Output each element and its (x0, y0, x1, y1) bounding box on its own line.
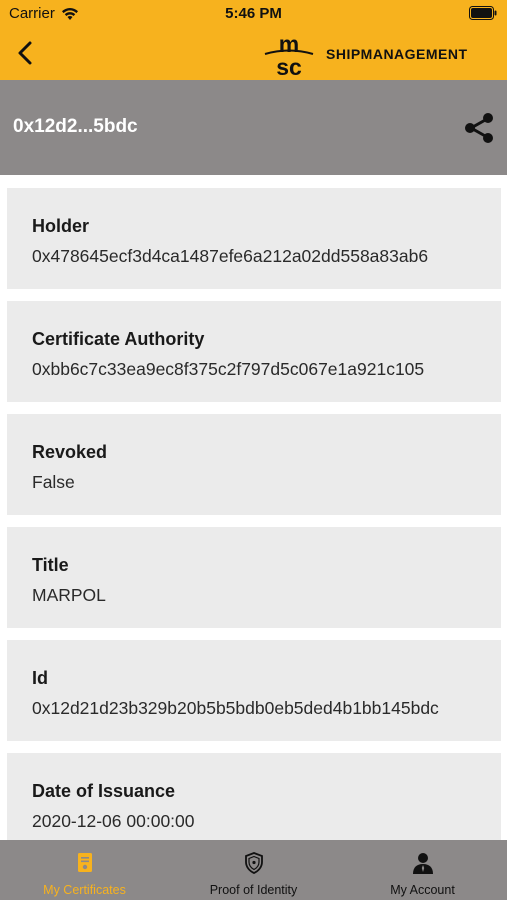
field-label: Title (32, 555, 69, 575)
field-card-id: Id 0x12d21d23b329b20b5b5bdb0eb5ded4b1bb1… (7, 640, 501, 741)
share-button[interactable] (461, 110, 497, 146)
certificate-icon (77, 853, 92, 872)
status-bar: Carrier 5:46 PM (0, 0, 507, 28)
clock: 5:46 PM (225, 5, 282, 22)
svg-text:sc: sc (276, 54, 302, 78)
tab-bar: My Certificates Proof of Identity My Acc… (0, 840, 507, 900)
field-value: 0xbb6c7c33ea9ec8f375c2f797d5c067e1a921c1… (32, 359, 425, 379)
battery-icon (469, 6, 497, 24)
back-button[interactable] (10, 38, 42, 70)
field-card-holder: Holder 0x478645ecf3d4ca1487efe6a212a02dd… (7, 188, 501, 289)
person-icon (412, 853, 433, 874)
tab-my-account[interactable]: My Account (338, 840, 507, 900)
brand-name: SHIPMANAGEMENT (326, 46, 468, 62)
field-value: 0x478645ecf3d4ca1487efe6a212a02dd558a83a… (32, 246, 429, 266)
certificate-details[interactable]: Holder 0x478645ecf3d4ca1487efe6a212a02dd… (0, 175, 507, 840)
field-value: MARPOL (32, 585, 106, 605)
share-icon (465, 113, 493, 143)
field-card-revoked: Revoked False (7, 414, 501, 515)
field-card-date-of-issuance: Date of Issuance 2020-12-06 00:00:00 (7, 753, 501, 840)
msc-logo-icon: m sc (264, 31, 314, 78)
tab-proof-of-identity[interactable]: Proof of Identity (169, 840, 338, 900)
chevron-left-icon (18, 41, 32, 65)
field-card-title: Title MARPOL (7, 527, 501, 628)
tab-label: My Account (390, 883, 455, 897)
field-value: 2020-12-06 00:00:00 (32, 811, 195, 831)
field-card-certificate-authority: Certificate Authority 0xbb6c7c33ea9ec8f3… (7, 301, 501, 402)
field-label: Id (32, 668, 48, 688)
field-value: False (32, 472, 75, 492)
field-label: Certificate Authority (32, 329, 205, 349)
field-label: Holder (32, 216, 90, 236)
certificate-title: 0x12d2...5bdc (13, 116, 138, 137)
field-label: Date of Issuance (32, 781, 176, 801)
brand-logo: m sc SHIPMANAGEMENT (262, 28, 492, 80)
field-label: Revoked (32, 442, 108, 462)
field-value: 0x12d21d23b329b20b5b5bdb0eb5ded4b1bb145b… (32, 698, 439, 718)
nav-bar: m sc SHIPMANAGEMENT (0, 28, 507, 80)
tab-label: Proof of Identity (209, 883, 298, 897)
tab-label: My Certificates (43, 883, 126, 897)
tab-my-certificates[interactable]: My Certificates (0, 840, 169, 900)
certificate-title-bar: 0x12d2...5bdc (0, 80, 507, 175)
shield-icon (244, 852, 263, 874)
